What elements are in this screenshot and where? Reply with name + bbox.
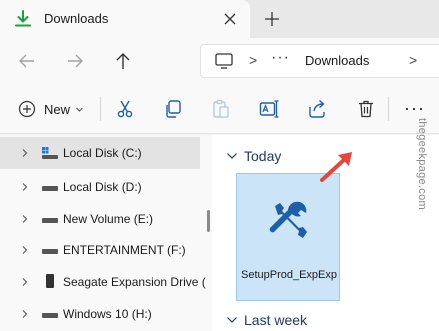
file-name: SetupProd_ExpExp: [240, 269, 337, 281]
chevron-right-icon[interactable]: [20, 182, 30, 192]
download-icon: [15, 10, 31, 27]
sidebar-item-windows-10-h[interactable]: Windows 10 (H:): [0, 298, 200, 330]
group-header-last-week[interactable]: Last week: [226, 312, 307, 328]
drive-icon: [42, 249, 58, 254]
sidebar-item-label: New Volume (E:): [63, 212, 154, 226]
paste-icon[interactable]: [211, 99, 231, 119]
watermark: thegeekpage.com: [412, 118, 432, 268]
navigation-pane: Local Disk (C:) Local Disk (D:) New Volu…: [0, 135, 212, 331]
breadcrumb-separator[interactable]: >: [249, 52, 257, 68]
plus-icon[interactable]: [262, 9, 282, 29]
chevron-right-icon[interactable]: [20, 245, 30, 255]
group-label: Today: [244, 148, 282, 164]
sidebar-item-new-volume-e[interactable]: New Volume (E:): [0, 203, 200, 235]
breadcrumb-current[interactable]: Downloads: [305, 53, 369, 68]
arrow-right-icon[interactable]: [64, 50, 86, 72]
watermark-text: thegeekpage.com: [416, 118, 428, 210]
group-header-today[interactable]: Today: [226, 148, 281, 164]
external-drive-icon: [46, 274, 54, 288]
computer-icon: [215, 53, 233, 69]
breadcrumb-separator[interactable]: >: [409, 52, 417, 68]
sidebar-scrollbar[interactable]: [207, 210, 210, 232]
sidebar-item-seagate-expansion-drive[interactable]: Seagate Expansion Drive (: [0, 266, 206, 298]
divider: [100, 97, 101, 121]
drive-icon: [42, 313, 58, 318]
windows-drive-icon: [42, 147, 58, 159]
chevron-down-icon: [227, 317, 237, 323]
new-label: New: [44, 101, 71, 117]
drive-icon: [42, 218, 58, 223]
breadcrumb-overflow[interactable]: ···: [271, 49, 290, 67]
add-circle-icon: [18, 100, 36, 118]
sidebar-item-label: Windows 10 (H:): [63, 307, 152, 321]
sidebar-item-label: Local Disk (C:): [63, 146, 142, 160]
group-label: Last week: [244, 312, 308, 328]
sidebar-item-local-disk-d[interactable]: Local Disk (D:): [0, 171, 200, 203]
chevron-right-icon[interactable]: [20, 277, 30, 287]
address-bar[interactable]: > ··· Downloads >: [200, 44, 439, 78]
sidebar-item-label: Local Disk (D:): [63, 180, 142, 194]
share-icon[interactable]: [307, 99, 327, 119]
drive-icon: [42, 186, 58, 191]
chevron-right-icon[interactable]: [20, 309, 30, 319]
sidebar-item-local-disk-c[interactable]: Local Disk (C:): [0, 137, 200, 169]
new-button[interactable]: New: [18, 99, 84, 119]
file-item-setupprod[interactable]: SetupProd_ExpExp: [236, 173, 340, 301]
tab-downloads[interactable]: Downloads: [0, 0, 250, 38]
tab-strip: Downloads: [0, 0, 439, 38]
sidebar-item-label: ENTERTAINMENT (F:): [63, 243, 186, 257]
chevron-down-icon: [227, 153, 237, 159]
copy-icon[interactable]: [163, 99, 183, 119]
chevron-right-icon[interactable]: [20, 214, 30, 224]
arrow-up-icon[interactable]: [112, 50, 134, 72]
chevron-down-icon: [76, 107, 83, 112]
more-options-button[interactable]: ···: [404, 98, 425, 119]
close-icon[interactable]: [220, 9, 240, 29]
file-explorer-window: Downloads > ··· Downloads > New ··· Loca…: [0, 0, 439, 331]
navigation-bar: > ··· Downloads >: [0, 38, 439, 84]
command-bar: New ···: [0, 84, 439, 134]
sidebar-item-entertainment-f[interactable]: ENTERTAINMENT (F:): [0, 234, 200, 266]
arrow-left-icon[interactable]: [16, 50, 38, 72]
delete-icon[interactable]: [356, 99, 376, 119]
cut-icon[interactable]: [115, 99, 135, 119]
chevron-right-icon[interactable]: [20, 148, 30, 158]
sidebar-item-label: Seagate Expansion Drive (: [63, 275, 206, 289]
tools-icon: [269, 201, 307, 238]
rename-icon[interactable]: [259, 99, 279, 119]
red-arrow-icon: [320, 152, 352, 182]
tab-title: Downloads: [44, 11, 109, 26]
divider: [388, 97, 389, 121]
